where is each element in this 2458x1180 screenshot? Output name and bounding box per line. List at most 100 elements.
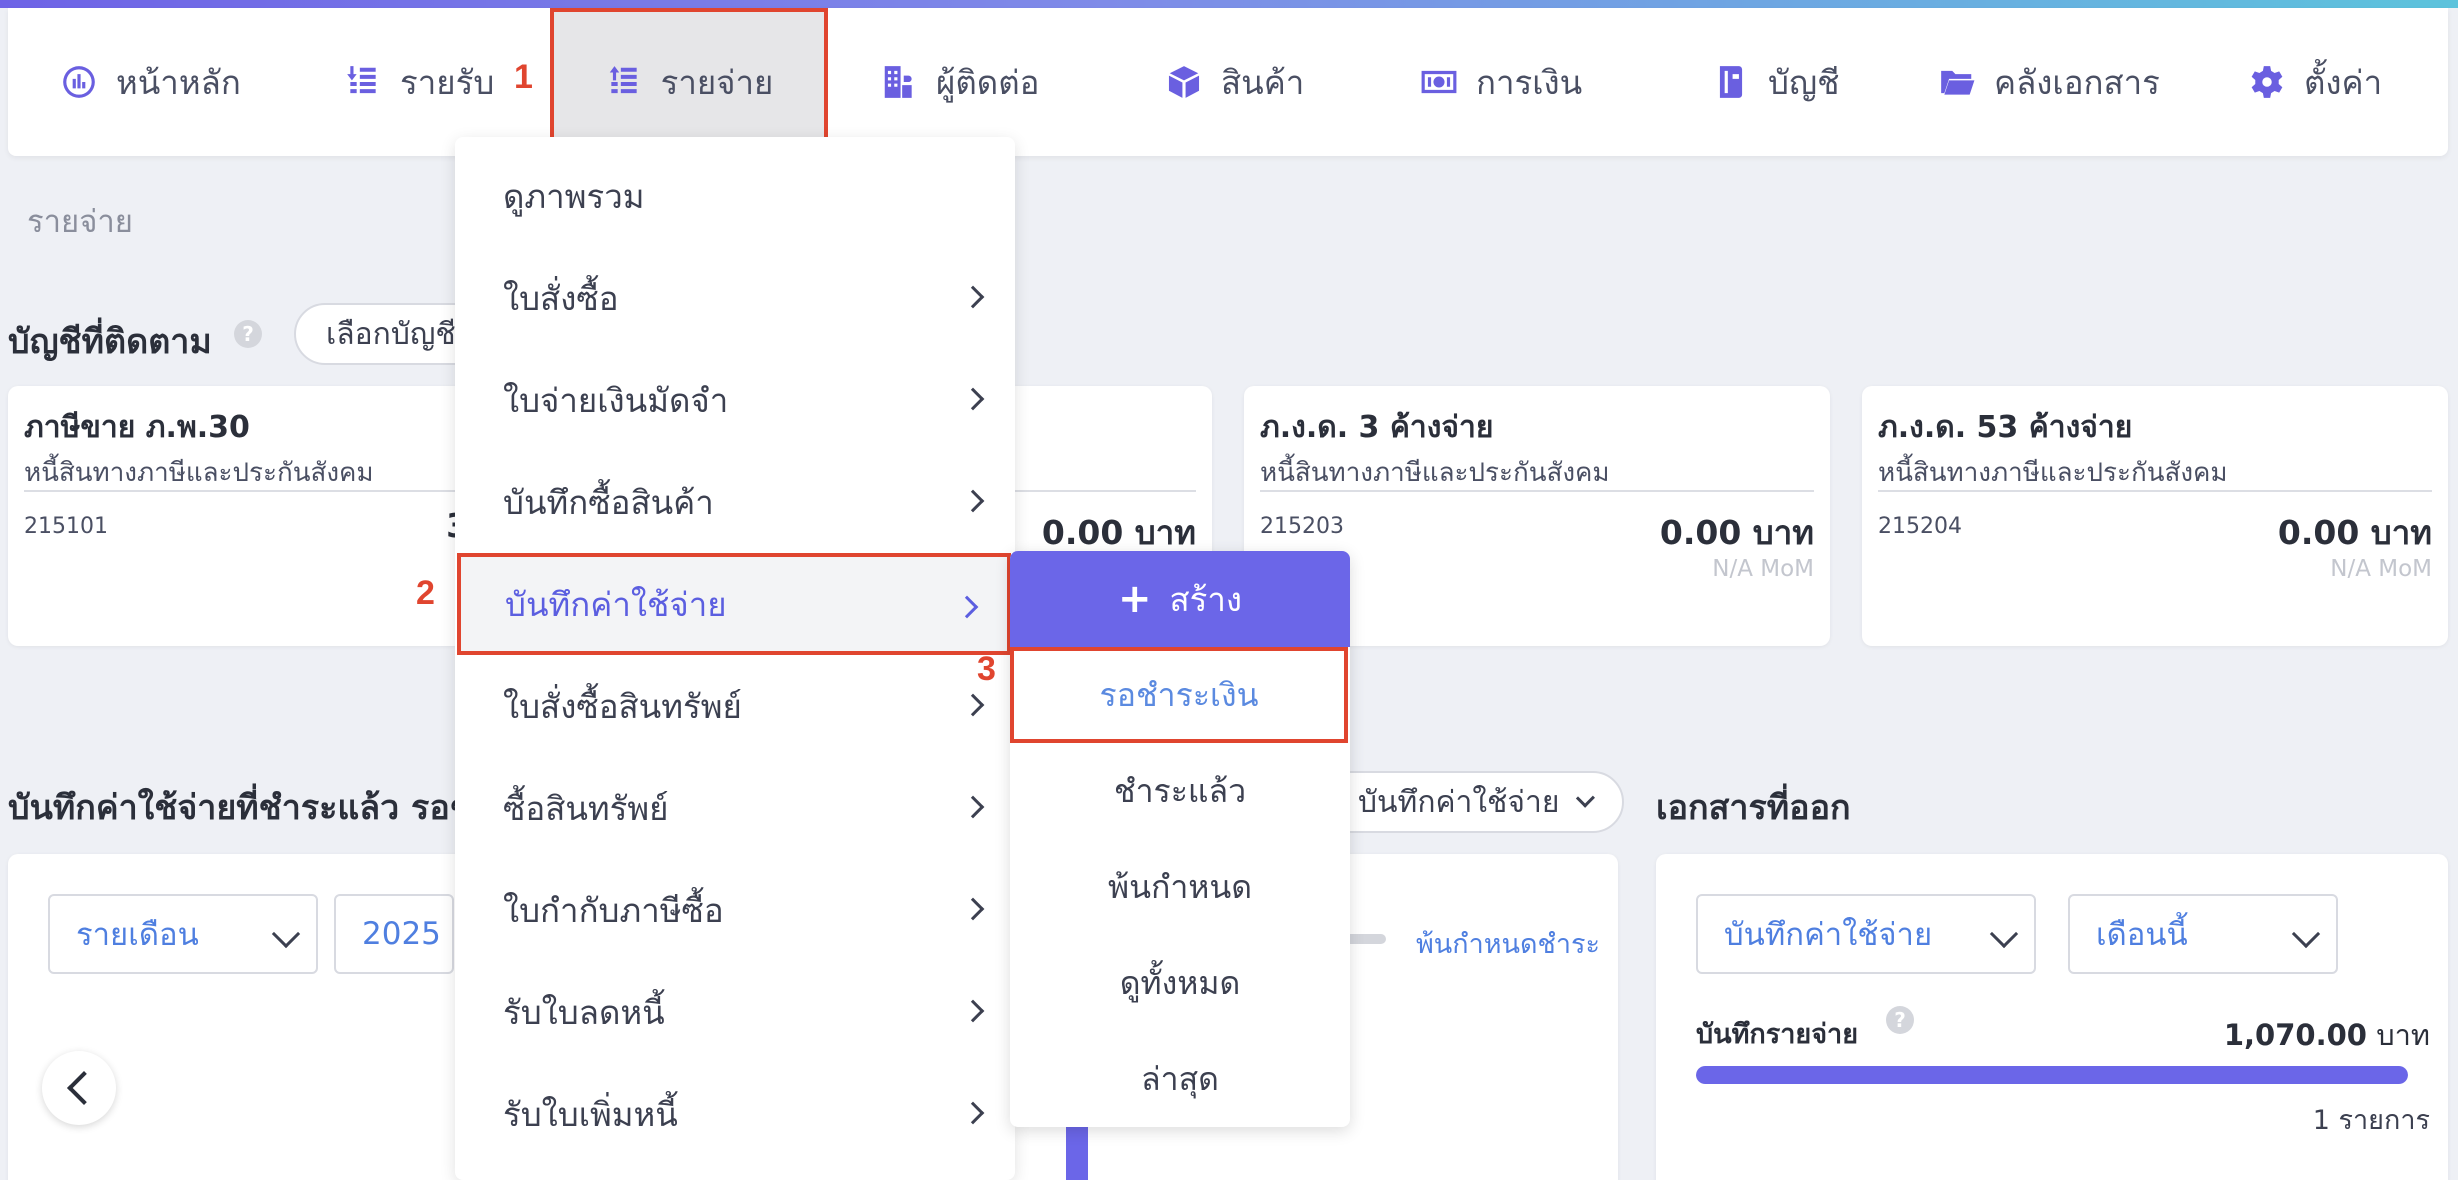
chevron-down-icon [2291,919,2321,949]
card-divider [1260,490,1814,492]
dropdown-item-label: บันทึกซื้อสินค้า [503,482,714,522]
chevron-right-icon [961,897,985,921]
card-amount: 0.00 บาท [1659,513,1814,552]
main-navbar: หน้าหลัก รายรับ รายจ่าย ผู้ติดต่อ สินค้า… [8,8,2448,156]
issued-amount: 1,070.00 บาท [2224,1012,2430,1058]
nav-item-settings[interactable]: ตั้งค่า [2248,8,2382,156]
doc-type-select[interactable]: บันทึกค่าใช้จ่าย [1696,894,2036,974]
watched-accounts-title: บัญชีที่ติดตาม [8,322,212,362]
chart-prev-button[interactable] [42,1051,116,1125]
chart-bar [1066,1124,1088,1180]
issued-amount-unit: บาท [2376,1018,2430,1052]
account-card-pnd53[interactable]: ภ.ง.ด. 53 ค้างจ่าย หนี้สินทางภาษีและประก… [1862,386,2448,646]
top-gradient-bar [0,0,2458,8]
nav-item-products[interactable]: สินค้า [1165,8,1304,156]
help-icon[interactable]: ? [1886,1006,1914,1034]
coins-up-icon [609,66,637,94]
breadcrumb: รายจ่าย [27,204,133,240]
nav-item-finance[interactable]: การเงิน [1420,8,1582,156]
card-account-code: 215101 [24,514,108,539]
chevron-down-icon [271,919,301,949]
chevron-down-icon [1576,788,1596,808]
dropdown-item[interactable]: รับใบลดหนี้ [455,961,1015,1063]
nav-item-income[interactable]: รายรับ [344,8,494,156]
issued-count: 1 รายการ [2312,1105,2430,1136]
coins-down-icon [347,66,376,94]
money-icon [1421,70,1457,94]
chevron-down-icon [1989,919,2019,949]
card-subtitle: หนี้สินทางภาษีและประกันสังคม [24,458,374,488]
expense-type-select[interactable]: บันทึกค่าใช้จ่าย [1318,771,1624,833]
contacts-building-icon [884,66,912,98]
issued-row-label: บันทึกรายจ่าย [1696,1019,1859,1050]
submenu-item[interactable]: ล่าสุด [1010,1031,1350,1127]
ledger-icon [1719,66,1743,98]
card-mom: N/A MoM [2330,556,2432,582]
overdue-legend-label[interactable]: พ้นกำหนดชำระ [1416,922,1600,965]
step-number-1: 1 [514,58,533,96]
chevron-right-icon [961,795,985,819]
chevron-right-icon [961,999,985,1023]
nav-item-accounting[interactable]: บัญชี [1712,8,1839,156]
dropdown-item[interactable]: ดูภาพรวม [455,145,1015,247]
dropdown-item-label: ใบกำกับภาษีซื้อ [503,890,724,930]
doc-type-value: บันทึกค่าใช้จ่าย [1724,917,1933,953]
dropdown-item[interactable]: ซื้อสินทรัพย์ [455,757,1015,859]
submenu-item[interactable]: ดูทั้งหมด [1010,935,1350,1031]
card-subtitle: หนี้สินทางภาษีและประกันสังคม [1260,458,1610,488]
dropdown-item[interactable]: ใบสั่งซื้อ [455,247,1015,349]
plus-icon: + [1117,576,1152,622]
submenu-item[interactable]: รอชำระเงิน [1010,647,1348,743]
gear-icon [2251,66,2283,98]
dropdown-item-label: ซื้อสินทรัพย์ [503,788,669,828]
issued-progress-fill [1696,1066,2408,1084]
year-select-value: 2025 [362,916,441,952]
submenu-item[interactable]: พ้นกำหนด [1010,839,1350,935]
dropdown-item[interactable]: บันทึกค่าใช้จ่าย [457,553,1011,655]
dropdown-item-label: บันทึกค่าใช้จ่าย [505,584,727,624]
doc-period-select[interactable]: เดือนนี้ [2068,894,2338,974]
issued-amount-value: 1,070.00 [2223,1018,2367,1052]
create-button[interactable]: + สร้าง [1010,551,1350,647]
nav-item-expenses[interactable]: รายจ่าย [550,8,828,156]
card-divider [1878,490,2432,492]
dropdown-item-label: ดูภาพรวม [503,176,645,216]
nav-label: รายจ่าย [660,62,774,102]
dropdown-item[interactable]: บันทึกซื้อสินค้า [455,451,1015,553]
nav-label: คลังเอกสาร [1994,62,2160,102]
period-select[interactable]: รายเดือน [48,894,318,974]
nav-item-contacts[interactable]: ผู้ติดต่อ [880,8,1039,156]
dropdown-item-label: ใบสั่งซื้อสินทรัพย์ [503,686,742,726]
nav-label: ผู้ติดต่อ [936,62,1040,102]
dropdown-item[interactable]: ใบจ่ายเงินมัดจำ [455,349,1015,451]
card-account-code: 215203 [1260,514,1344,539]
nav-item-documents[interactable]: คลังเอกสาร [1938,8,2160,156]
expenses-section-title: บันทึกค่าใช้จ่ายที่ชำระแล้ว รอชำ [8,788,492,828]
chevron-right-icon [955,595,979,619]
expenses-dropdown-menu: ดูภาพรวมใบสั่งซื้อใบจ่ายเงินมัดจำบันทึกซ… [455,137,1015,1180]
expense-record-submenu: + สร้าง รอชำระเงิน ชำระแล้ว พ้นกำหนด ดูทั้ง… [1010,551,1350,1127]
chevron-right-icon [961,285,985,309]
help-icon[interactable]: ? [234,320,262,348]
nav-item-home[interactable]: หน้าหลัก [60,8,241,156]
submenu-item[interactable]: ชำระแล้ว [1010,743,1350,839]
dropdown-item[interactable]: ใบกำกับภาษีซื้อ [455,859,1015,961]
chevron-left-icon [67,1071,101,1105]
issued-docs-panel: บันทึกค่าใช้จ่าย เดือนนี้ บันทึกรายจ่าย … [1656,854,2448,1180]
chevron-right-icon [961,387,985,411]
year-select[interactable]: 2025 [334,894,454,974]
issued-docs-title: เอกสารที่ออก [1656,788,1851,828]
card-divider [1006,490,1196,492]
dropdown-item[interactable]: ใบสั่งซื้อสินทรัพย์ [455,655,1015,757]
chevron-right-icon [961,1101,985,1125]
doc-period-value: เดือนนี้ [2096,917,2188,953]
dropdown-item[interactable]: รับใบเพิ่มหนี้ [455,1063,1015,1165]
nav-label: ตั้งค่า [2304,62,2383,102]
issued-progress-bar [1696,1066,2408,1084]
dropdown-item-label: ใบสั่งซื้อ [503,278,619,318]
dropdown-item-label: รับใบลดหนี้ [503,992,665,1032]
nav-label: บัญชี [1768,62,1840,102]
create-label: สร้าง [1169,579,1243,619]
card-account-code: 215204 [1878,514,1962,539]
chevron-right-icon [961,489,985,513]
